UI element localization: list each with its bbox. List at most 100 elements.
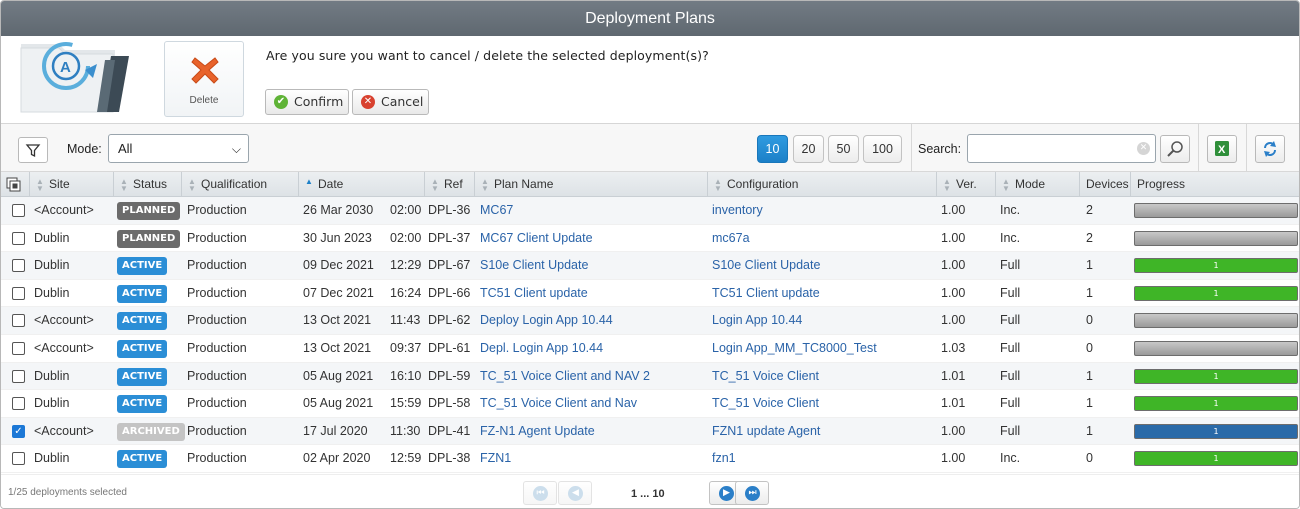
plan-name-link[interactable]: TC51 Client update bbox=[480, 280, 588, 307]
prev-page-button[interactable]: ◀ bbox=[558, 481, 592, 505]
row-checkbox[interactable] bbox=[12, 204, 25, 217]
configuration-link[interactable]: inventory bbox=[712, 197, 763, 224]
mode-cell: Full bbox=[1000, 313, 1021, 328]
plan-name-link[interactable]: FZ-N1 Agent Update bbox=[480, 418, 595, 445]
table-row[interactable]: Dublin ACTIVE Production 05 Aug 2021 16:10 DP… bbox=[1, 362, 1299, 391]
page-size-10[interactable]: 10 bbox=[757, 135, 788, 163]
qualification-cell: Production bbox=[187, 451, 247, 466]
configuration-link[interactable]: FZN1 update Agent bbox=[712, 418, 820, 445]
delete-button[interactable]: Delete bbox=[164, 41, 244, 117]
column-header-plan-name[interactable]: ▲ ▼ Plan Name bbox=[474, 172, 707, 197]
table-row[interactable]: Dublin ACTIVE Production 09 Dec 2021 12:29 DP… bbox=[1, 252, 1299, 280]
last-page-button[interactable]: ⏭ bbox=[735, 481, 769, 505]
row-checkbox[interactable] bbox=[12, 369, 25, 383]
table-row[interactable]: <Account> ACTIVE Production 13 Oct 2021 11:4… bbox=[1, 307, 1299, 335]
column-header-configuration[interactable]: ▲ ▼ Configuration bbox=[707, 172, 936, 197]
configuration-link[interactable]: TC51 Client update bbox=[712, 280, 820, 307]
page-size-50[interactable]: 50 bbox=[828, 135, 859, 163]
mode-cell: Full bbox=[1000, 285, 1021, 300]
table-row[interactable]: Dublin ACTIVE Production 05 Aug 2021 15:59 DP… bbox=[1, 390, 1299, 418]
date-cell: 30 Jun 2023 bbox=[303, 230, 372, 245]
site-cell: Dublin bbox=[34, 396, 70, 411]
mode-select[interactable]: All ⌵ bbox=[108, 134, 249, 163]
row-checkbox[interactable] bbox=[12, 259, 25, 273]
table-row[interactable]: Dublin PLANNED Production 30 Jun 2023 02:00 D… bbox=[1, 225, 1299, 253]
cancel-button[interactable]: ✕ Cancel bbox=[352, 89, 429, 115]
status-badge: ACTIVE bbox=[117, 339, 168, 358]
table-row[interactable]: <Account> ACTIVE Production 13 Oct 2021 09:3… bbox=[1, 335, 1299, 363]
row-checkbox[interactable] bbox=[12, 341, 25, 355]
progress-bar: 1 bbox=[1134, 368, 1298, 384]
qualification-cell: Production bbox=[187, 396, 247, 411]
clear-search-icon[interactable]: ✕ bbox=[1137, 142, 1150, 155]
column-header-version[interactable]: ▲ ▼ Ver. bbox=[936, 172, 995, 197]
plan-name-link[interactable]: TC_51 Voice Client and NAV 2 bbox=[480, 363, 650, 390]
configuration-link[interactable]: S10e Client Update bbox=[712, 252, 820, 279]
page-size-20[interactable]: 20 bbox=[793, 135, 824, 163]
date-cell: 26 Mar 2030 bbox=[303, 203, 374, 217]
search-button[interactable] bbox=[1160, 135, 1190, 163]
devices-cell: 1 bbox=[1086, 368, 1093, 383]
date-cell: 13 Oct 2021 bbox=[303, 313, 372, 328]
column-header-qualification[interactable]: ▲ ▼ Qualification bbox=[181, 172, 298, 197]
row-checkbox[interactable] bbox=[12, 231, 25, 245]
mode-cell: Inc. bbox=[1000, 203, 1021, 217]
delete-label: Delete bbox=[189, 95, 219, 106]
filter-button[interactable] bbox=[18, 137, 48, 163]
select-all-toggle[interactable] bbox=[1, 172, 29, 197]
row-checkbox[interactable]: ✓ bbox=[12, 424, 25, 438]
confirm-button[interactable]: ✔ Confirm bbox=[265, 89, 349, 115]
configuration-link[interactable]: Login App_MM_TC8000_Test bbox=[712, 335, 877, 362]
qualification-cell: Production bbox=[187, 230, 247, 245]
progress-bar: 1 bbox=[1134, 396, 1298, 412]
progress-bar: 1 bbox=[1134, 451, 1298, 467]
column-header-mode[interactable]: ▲ ▼ Mode bbox=[995, 172, 1079, 197]
row-checkbox[interactable] bbox=[12, 452, 25, 466]
table-row[interactable]: Dublin ACTIVE Production 02 Apr 2020 12:59 DP… bbox=[1, 445, 1299, 473]
site-cell: Dublin bbox=[34, 258, 70, 273]
column-header-date[interactable]: ▲ Date bbox=[298, 172, 424, 197]
row-checkbox[interactable] bbox=[12, 286, 25, 300]
column-header-status[interactable]: ▲ ▼ Status bbox=[113, 172, 181, 197]
progress-bar bbox=[1134, 203, 1298, 218]
sort-ascending-icon: ▲ bbox=[305, 176, 313, 186]
progress-label: 1 bbox=[1213, 399, 1219, 409]
search-input[interactable]: ✕ bbox=[967, 134, 1156, 163]
first-page-button[interactable]: ⏮ bbox=[523, 481, 557, 505]
page-size-100[interactable]: 100 bbox=[863, 135, 902, 163]
configuration-link[interactable]: TC_51 Voice Client bbox=[712, 390, 819, 417]
plan-name-link[interactable]: Deploy Login App 10.44 bbox=[480, 307, 613, 334]
mode-cell: Full bbox=[1000, 340, 1021, 355]
sort-icon: ▲ ▼ bbox=[943, 176, 951, 193]
table-row[interactable]: ✓ <Account> ARCHIVED Production 17 Jul 2020 1… bbox=[1, 417, 1299, 446]
time-cell: 02:00 bbox=[390, 230, 422, 245]
configuration-link[interactable]: TC_51 Voice Client bbox=[712, 363, 819, 390]
plan-name-link[interactable]: TC_51 Voice Client and Nav bbox=[480, 390, 637, 417]
configuration-link[interactable]: Login App 10.44 bbox=[712, 307, 802, 334]
toolbar-divider bbox=[1246, 124, 1247, 172]
date-cell: 17 Jul 2020 bbox=[303, 423, 368, 438]
plan-name-link[interactable]: FZN1 bbox=[480, 445, 511, 472]
refresh-button[interactable] bbox=[1255, 135, 1285, 163]
plan-name-link[interactable]: S10e Client Update bbox=[480, 252, 588, 279]
row-checkbox[interactable] bbox=[12, 397, 25, 411]
table-row[interactable]: <Account> PLANNED Production 26 Mar 2030 02:… bbox=[1, 197, 1299, 225]
table-row[interactable]: Dublin ACTIVE Production 07 Dec 2021 16:24 DP… bbox=[1, 280, 1299, 308]
mode-cell: Inc. bbox=[1000, 230, 1021, 245]
site-cell: <Account> bbox=[34, 340, 94, 355]
configuration-link[interactable]: fzn1 bbox=[712, 445, 736, 472]
time-cell: 15:59 bbox=[390, 396, 422, 411]
column-header-ref[interactable]: ▲ ▼ Ref bbox=[424, 172, 474, 197]
export-excel-button[interactable]: X bbox=[1207, 135, 1237, 163]
page-indicator: 1 ... 10 bbox=[631, 488, 665, 500]
column-header-site[interactable]: ▲ ▼ Site bbox=[29, 172, 113, 197]
row-checkbox[interactable] bbox=[12, 314, 25, 328]
configuration-link[interactable]: mc67a bbox=[712, 225, 750, 252]
qualification-cell: Production bbox=[187, 203, 247, 217]
plan-name-link[interactable]: Depl. Login App 10.44 bbox=[480, 335, 603, 362]
plan-name-link[interactable]: MC67 bbox=[480, 197, 513, 224]
chevron-down-icon: ⌵ bbox=[231, 142, 241, 156]
devices-cell: 1 bbox=[1086, 285, 1093, 300]
plan-name-link[interactable]: MC67 Client Update bbox=[480, 225, 593, 252]
mode-cell: Inc. bbox=[1000, 451, 1021, 466]
